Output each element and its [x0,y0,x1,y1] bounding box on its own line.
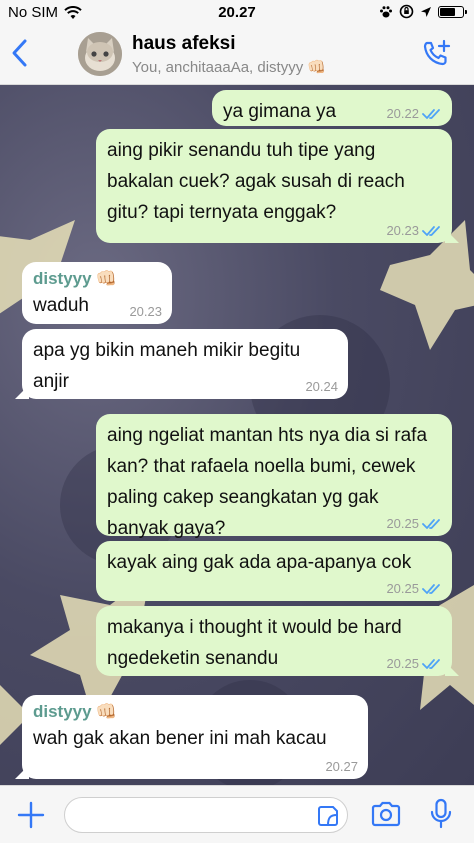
chat-members[interactable]: You, anchitaaaAa, distyyy 👊🏻 [132,58,326,76]
sender-name-text: distyyy [33,702,92,721]
message-meta: 20.22 [386,107,442,121]
message-time: 20.25 [386,516,419,531]
sender-name[interactable]: distyyy 👊🏻 [33,701,357,723]
outgoing-message[interactable]: kayak aing gak ada apa-apanya cok 20.25 [96,541,452,601]
orientation-lock-icon [399,4,414,19]
message-text: wah gak akan bener ini mah kacau [33,728,327,749]
message-time: 20.27 [325,759,358,774]
message-time: 20.25 [386,581,419,596]
outgoing-message[interactable]: makanya i thought it would be hard ngede… [96,606,452,676]
chat-title[interactable]: haus afeksi [132,33,236,55]
message-text: kayak aing gak ada apa-apanya cok [107,552,412,573]
outgoing-message[interactable]: ya gimana ya 20.22 [212,90,452,126]
message-text: apa yg bikin maneh mikir begitu anjir [33,340,301,392]
read-ticks-icon [422,519,440,529]
message-meta: 20.23 [386,224,442,238]
camera-icon[interactable] [370,800,402,828]
microphone-icon[interactable] [428,798,454,830]
message-meta: 20.25 [386,657,442,671]
sender-name-text: distyyy [33,269,92,288]
incoming-message[interactable]: distyyy 👊🏻 waduh 20.23 [22,262,172,324]
outgoing-message[interactable]: aing pikir senandu tuh tipe yang bakalan… [96,129,452,243]
battery-icon [438,5,467,18]
read-ticks-icon [422,226,440,236]
outgoing-message[interactable]: aing ngeliat mantan hts nya dia si rafa … [96,414,452,539]
status-bar: No SIM 20.27 [0,0,474,26]
read-ticks-icon [422,659,440,669]
incoming-message[interactable]: apa yg bikin maneh mikir begitu anjir 20.… [22,329,348,399]
read-ticks-icon [422,584,440,594]
message-meta: 20.23 [129,305,162,319]
chevron-left-icon[interactable] [8,38,32,68]
message-meta: 20.25 [386,582,442,596]
sender-emoji: 👊🏻 [95,702,117,721]
message-meta: 20.24 [305,380,338,394]
message-input-bar [0,785,474,843]
message-time: 20.24 [305,379,338,394]
message-meta: 20.27 [325,760,358,774]
message-time: 20.22 [386,106,419,121]
paw-icon [380,5,392,17]
sender-emoji: 👊🏻 [95,269,117,288]
sender-name[interactable]: distyyy 👊🏻 [33,268,161,290]
phone-plus-icon[interactable] [420,38,452,70]
sticker-icon[interactable] [317,805,339,827]
message-time: 20.25 [386,656,419,671]
message-time: 20.23 [129,304,162,319]
read-ticks-icon [422,109,440,119]
group-avatar[interactable] [78,32,122,76]
location-icon [421,6,431,17]
chat-area[interactable]: ya gimana ya 20.22 aing pikir senandu tuh … [0,85,474,785]
plus-icon[interactable] [16,800,46,830]
message-input[interactable] [64,797,348,833]
incoming-message[interactable]: distyyy 👊🏻 wah gak akan bener ini mah kaca… [22,695,368,779]
chat-header: haus afeksi You, anchitaaaAa, distyyy 👊🏻 [0,26,474,85]
message-meta: 20.25 [386,517,442,531]
message-time: 20.23 [386,223,419,238]
message-text: aing pikir senandu tuh tipe yang bakalan… [107,140,405,223]
